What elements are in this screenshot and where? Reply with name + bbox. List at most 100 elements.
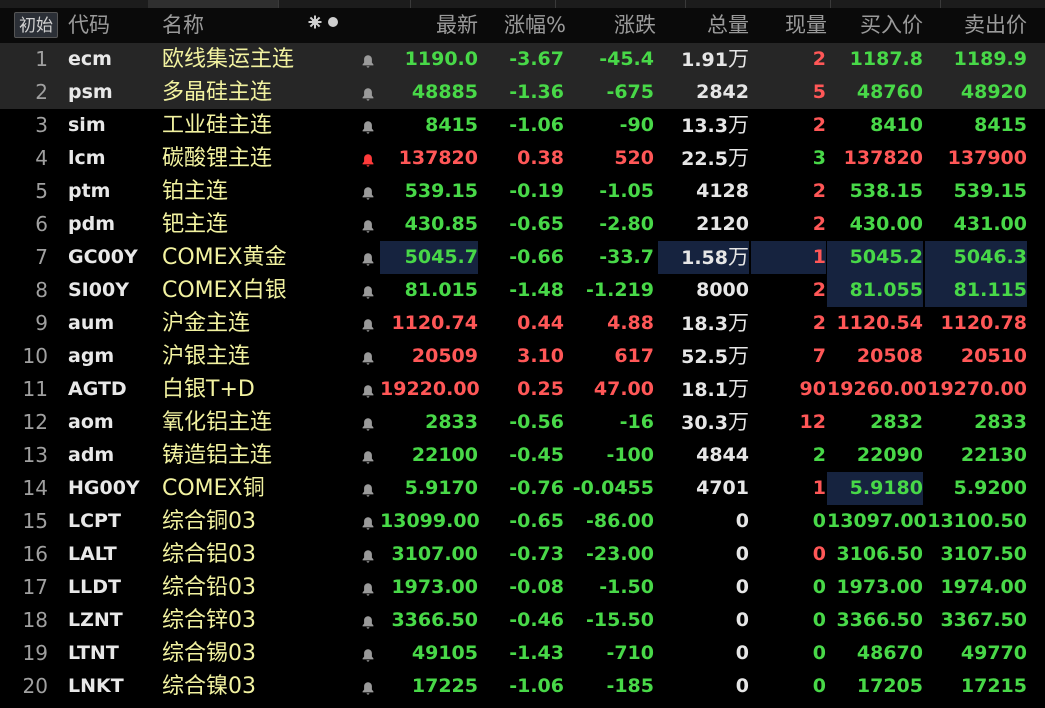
cell-pct: 3.10: [517, 345, 564, 367]
table-row[interactable]: 15 LCPT 综合铜03 13099.00 -0.65 -86.00 0 0 13097.00…: [0, 505, 1045, 538]
cell-idx: 5: [35, 179, 48, 203]
cell-ask: 3367.50: [940, 609, 1027, 631]
volume-value: 0: [735, 576, 749, 598]
cell-bid: 1973.00: [836, 576, 923, 598]
bell-icon[interactable]: [361, 482, 375, 497]
cell-ask: 137900: [947, 147, 1027, 169]
cell-idx: 16: [22, 542, 48, 566]
cell-name: 综合铝03: [162, 542, 256, 567]
col-header-chg[interactable]: 涨跌: [566, 8, 656, 43]
table-row[interactable]: 12 aom 氧化铝主连 2833 -0.56 -16 30.3万 12 2832 2833: [0, 406, 1045, 439]
table-row[interactable]: 3 sim 工业硅主连 8415 -1.06 -90 13.3万 2 8410 8415: [0, 109, 1045, 142]
table-row[interactable]: 2 psm 多晶硅主连 48885 -1.36 -675 2842 5 48760 48920: [0, 76, 1045, 109]
cell-idx: 6: [35, 212, 48, 236]
bell-icon[interactable]: [361, 581, 375, 596]
table-row[interactable]: 7 GC00Y COMEX黄金 5045.7 -0.66 -33.7 1.58万 1 5045.…: [0, 241, 1045, 274]
cell-chg: -100: [606, 444, 654, 466]
table-row[interactable]: 19 LTNT 综合锡03 49105 -1.43 -710 0 0 48670 49770: [0, 637, 1045, 670]
bell-icon[interactable]: [361, 383, 375, 398]
cell-idx: 7: [35, 245, 48, 269]
cell-idx: 11: [22, 377, 48, 401]
init-button[interactable]: 初始: [14, 12, 58, 38]
tab-5[interactable]: [555, 0, 686, 8]
bell-icon[interactable]: [361, 548, 375, 563]
table-row[interactable]: 11 AGTD 白银T+D 19220.00 0.25 47.00 18.1万 90 19260…: [0, 373, 1045, 406]
bell-icon[interactable]: [361, 119, 375, 134]
cell-code: psm: [68, 81, 113, 103]
table-row[interactable]: 13 adm 铸造铝主连 22100 -0.45 -100 4844 2 22090 22130: [0, 439, 1045, 472]
bell-icon[interactable]: [361, 86, 375, 101]
col-header-pct[interactable]: 涨幅%: [478, 8, 566, 43]
col-header-bid[interactable]: 买入价: [827, 8, 923, 43]
bell-icon[interactable]: [361, 53, 375, 68]
tab-8[interactable]: [940, 0, 1045, 8]
table-row[interactable]: 1 ecm 欧线集运主连 1190.0 -3.67 -45.4 1.91万 2 1187.8 11…: [0, 43, 1045, 76]
bell-icon[interactable]: [361, 152, 375, 167]
tab-3[interactable]: [278, 0, 411, 8]
table-row[interactable]: 18 LZNT 综合锌03 3366.50 -0.46 -15.50 0 0 3366.50 33…: [0, 604, 1045, 637]
cell-code: LCPT: [68, 510, 121, 532]
table-row[interactable]: 16 LALT 综合铝03 3107.00 -0.73 -23.00 0 0 3106.50 31…: [0, 538, 1045, 571]
col-header-code[interactable]: 代码: [68, 8, 148, 43]
cell-vol: 1.91万: [658, 43, 749, 76]
tab-2-active[interactable]: [148, 0, 279, 8]
cell-code: agm: [68, 345, 115, 367]
cell-code: LLDT: [68, 576, 121, 598]
cell-last: 19220.00: [380, 378, 480, 400]
table-row[interactable]: 6 pdm 钯主连 430.85 -0.65 -2.80 2120 2 430.00 431.00: [0, 208, 1045, 241]
cell-cur: 2: [812, 279, 826, 301]
cell-bid: 3366.50: [836, 609, 923, 631]
cell-chg: -23.00: [586, 543, 654, 565]
bell-icon[interactable]: [361, 614, 375, 629]
cell-vol: 52.5万: [658, 340, 749, 373]
cell-last: 539.15: [404, 180, 478, 202]
cell-last: 1190.0: [404, 48, 478, 70]
bell-icon[interactable]: [361, 515, 375, 530]
col-header-cur[interactable]: 现量: [749, 8, 827, 43]
cell-pct: -3.67: [509, 48, 564, 70]
cell-cur: 1: [812, 477, 826, 499]
bell-icon[interactable]: [361, 284, 375, 299]
tab-1[interactable]: [0, 0, 149, 8]
cell-chg: -1.05: [599, 180, 654, 202]
tab-6[interactable]: [685, 0, 831, 8]
cell-name: 综合铅03: [162, 575, 256, 600]
column-settings-icon[interactable]: [308, 8, 342, 43]
bell-icon[interactable]: [361, 449, 375, 464]
cell-pct: -0.19: [509, 180, 564, 202]
cell-code: LTNT: [68, 642, 119, 664]
col-header-name[interactable]: 名称: [162, 8, 282, 43]
table-row[interactable]: 9 aum 沪金主连 1120.74 0.44 4.88 18.3万 2 1120.54 1120…: [0, 307, 1045, 340]
bell-icon[interactable]: [361, 647, 375, 662]
cell-chg: -185: [606, 675, 654, 697]
tab-4[interactable]: [410, 0, 556, 8]
col-header-last[interactable]: 最新: [378, 8, 478, 43]
table-row[interactable]: 17 LLDT 综合铅03 1973.00 -0.08 -1.50 0 0 1973.00 197…: [0, 571, 1045, 604]
bell-icon[interactable]: [361, 680, 375, 695]
col-header-ask[interactable]: 卖出价: [923, 8, 1027, 43]
table-row[interactable]: 20 LNKT 综合镍03 17225 -1.06 -185 0 0 17205 17215: [0, 670, 1045, 703]
tab-7[interactable]: [830, 0, 941, 8]
bell-icon[interactable]: [361, 185, 375, 200]
cell-vol: 4844: [658, 439, 749, 472]
cell-ask: 3107.50: [940, 543, 1027, 565]
cell-bid: 20508: [856, 345, 923, 367]
table-row[interactable]: 8 SI00Y COMEX白银 81.015 -1.48 -1.219 8000 2 81.05…: [0, 274, 1045, 307]
table-row[interactable]: 5 ptm 铂主连 539.15 -0.19 -1.05 4128 2 538.15 539.15: [0, 175, 1045, 208]
col-header-vol[interactable]: 总量: [656, 8, 749, 43]
cell-ask: 48920: [960, 81, 1027, 103]
cell-last: 81.015: [404, 279, 478, 301]
cell-vol: 0: [658, 604, 749, 637]
bell-icon[interactable]: [361, 317, 375, 332]
bell-icon[interactable]: [361, 416, 375, 431]
table-row[interactable]: 10 agm 沪银主连 20509 3.10 617 52.5万 7 20508 20510: [0, 340, 1045, 373]
cell-bid: 48670: [856, 642, 923, 664]
table-row[interactable]: 4 lcm 碳酸锂主连 137820 0.38 520 22.5万 3 137820 137900: [0, 142, 1045, 175]
bell-icon[interactable]: [361, 218, 375, 233]
bell-icon[interactable]: [361, 251, 375, 266]
cell-last: 3366.50: [391, 609, 478, 631]
bell-icon[interactable]: [361, 350, 375, 365]
volume-value: 4701: [696, 477, 749, 499]
cell-code: HG00Y: [68, 477, 140, 499]
table-row[interactable]: 14 HG00Y COMEX铜 5.9170 -0.76 -0.0455 4701 1 5.91…: [0, 472, 1045, 505]
